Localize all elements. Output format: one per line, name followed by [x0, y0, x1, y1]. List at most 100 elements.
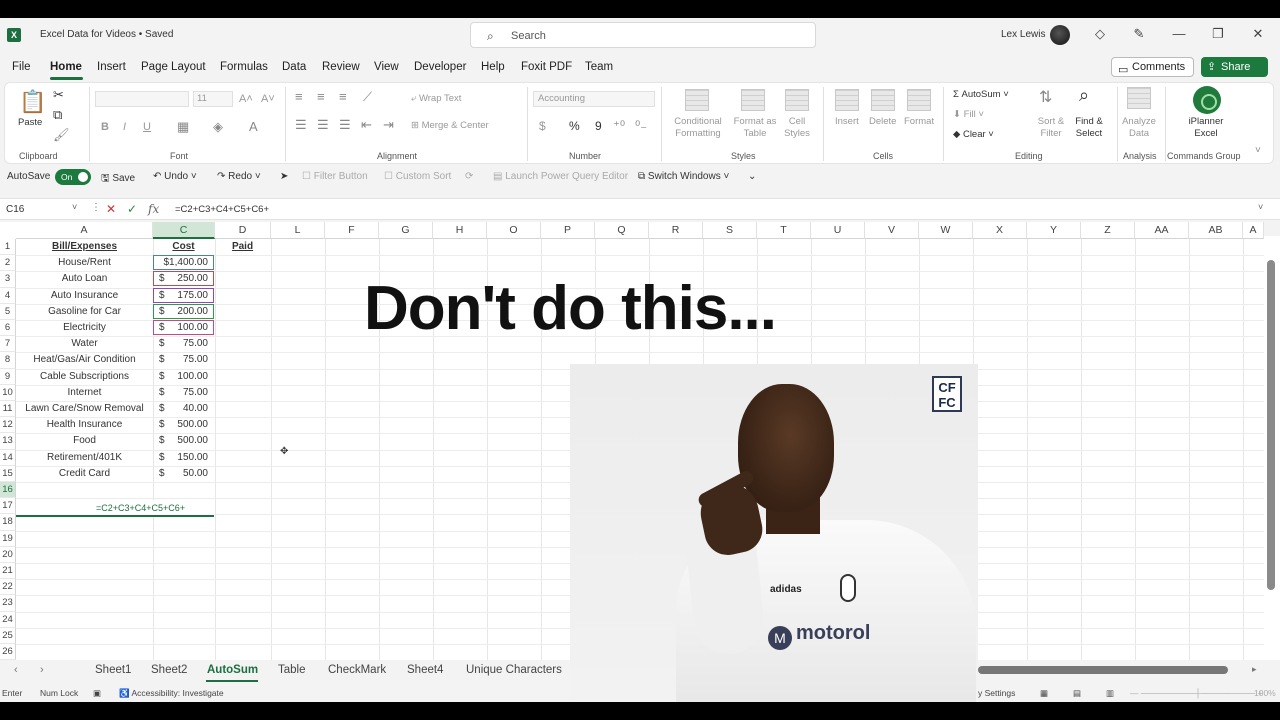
- tab-foxit-pdf[interactable]: Foxit PDF: [521, 61, 572, 73]
- row-header-8[interactable]: 8: [0, 352, 16, 369]
- column-header-aa[interactable]: AA: [1135, 222, 1189, 239]
- expense-name-cell[interactable]: Water: [17, 336, 152, 352]
- pen-icon[interactable]: ✎: [1130, 26, 1148, 42]
- column-header-p[interactable]: P: [541, 222, 595, 239]
- column-header-ab[interactable]: AB: [1189, 222, 1243, 239]
- row-header-13[interactable]: 13: [0, 433, 16, 450]
- row-header-7[interactable]: 7: [0, 336, 16, 353]
- restore-icon[interactable]: ❐: [1209, 26, 1227, 42]
- align-center-icon[interactable]: ☰: [317, 117, 329, 133]
- tab-review[interactable]: Review: [322, 61, 360, 73]
- power-query-button[interactable]: ▤ Launch Power Query Editor: [493, 171, 628, 182]
- column-header-v[interactable]: V: [865, 222, 919, 239]
- custom-sort-button[interactable]: ☐ Custom Sort: [384, 171, 451, 182]
- increase-decimal-icon[interactable]: ⁺⁰: [613, 118, 625, 134]
- column-header-w[interactable]: W: [919, 222, 973, 239]
- sheet-tab-table[interactable]: Table: [278, 664, 306, 676]
- decrease-indent-icon[interactable]: ⇤: [361, 117, 372, 133]
- font-size-box[interactable]: 11: [193, 91, 233, 107]
- active-cell-c16[interactable]: =C2+C3+C4+C5+C6+: [16, 500, 214, 517]
- format-as-table-icon[interactable]: [741, 89, 765, 111]
- page-break-view-icon[interactable]: ▥: [1106, 688, 1114, 699]
- row-header-12[interactable]: 12: [0, 417, 16, 434]
- font-name-box[interactable]: [95, 91, 189, 107]
- horizontal-scroll-thumb[interactable]: [978, 666, 1228, 674]
- expense-name-cell[interactable]: Heat/Gas/Air Condition: [17, 352, 152, 368]
- column-header-l[interactable]: L: [271, 222, 325, 239]
- row-header-17[interactable]: 17: [0, 498, 16, 515]
- format-cells-label[interactable]: Format: [904, 116, 934, 128]
- column-header-a[interactable]: A: [1243, 222, 1264, 239]
- expense-cost-cell[interactable]: $40.00: [153, 401, 214, 417]
- autosave-toggle[interactable]: On: [55, 169, 91, 185]
- copy-icon[interactable]: ⧉: [53, 107, 62, 123]
- collapse-ribbon-icon[interactable]: ˅: [1255, 145, 1261, 156]
- header-paid[interactable]: Paid: [215, 239, 270, 255]
- row-header-3[interactable]: 3: [0, 271, 16, 288]
- row-header-23[interactable]: 23: [0, 595, 16, 612]
- vertical-scrollbar[interactable]: [1264, 236, 1280, 676]
- macro-record-icon[interactable]: ▣: [93, 688, 101, 699]
- tab-team[interactable]: Team: [585, 61, 613, 73]
- expense-cost-cell[interactable]: $75.00: [153, 336, 214, 352]
- column-header-f[interactable]: F: [325, 222, 379, 239]
- find-select-icon[interactable]: ⌕: [1079, 85, 1089, 106]
- comma-button[interactable]: 9: [595, 120, 602, 132]
- sheet-tab-checkmark[interactable]: CheckMark: [328, 664, 386, 676]
- user-name[interactable]: Lex Lewis: [1001, 29, 1045, 40]
- align-bottom-icon[interactable]: ≡: [339, 89, 347, 104]
- share-button[interactable]: ⇪ Share: [1201, 57, 1268, 77]
- merge-center-button[interactable]: ⊞ Merge & Center: [411, 120, 489, 132]
- tab-help[interactable]: Help: [481, 61, 505, 73]
- tab-formulas[interactable]: Formulas: [220, 61, 268, 73]
- scroll-right-icon[interactable]: ▸: [1252, 664, 1257, 675]
- autosum-button[interactable]: Σ AutoSum ˅: [953, 89, 1009, 101]
- tab-view[interactable]: View: [374, 61, 399, 73]
- tab-home[interactable]: Home: [50, 61, 82, 73]
- comments-button[interactable]: ▭ Comments: [1111, 57, 1194, 77]
- minimize-icon[interactable]: —: [1170, 26, 1188, 41]
- conditional-formatting-label[interactable]: Conditional Formatting: [669, 116, 727, 140]
- column-header-u[interactable]: U: [811, 222, 865, 239]
- iplanner-icon[interactable]: [1193, 86, 1221, 114]
- row-header-4[interactable]: 4: [0, 287, 16, 304]
- row-header-22[interactable]: 22: [0, 579, 16, 596]
- delete-cells-icon[interactable]: [871, 89, 895, 111]
- undo-button[interactable]: ↶ Undo ˅: [153, 171, 197, 182]
- sheet-tab-sheet4[interactable]: Sheet4: [407, 664, 443, 676]
- percent-button[interactable]: %: [569, 120, 580, 132]
- tab-insert[interactable]: Insert: [97, 61, 126, 73]
- row-header-26[interactable]: 26: [0, 644, 16, 661]
- sort-filter-icon[interactable]: ⇅: [1039, 87, 1052, 107]
- sort-filter-label[interactable]: Sort & Filter: [1031, 116, 1071, 140]
- tab-developer[interactable]: Developer: [414, 61, 466, 73]
- expense-name-cell[interactable]: Food: [17, 433, 152, 449]
- chevron-right-icon[interactable]: ›: [40, 664, 44, 676]
- expense-name-cell[interactable]: Electricity: [17, 320, 152, 336]
- row-header-15[interactable]: 15: [0, 465, 16, 482]
- paste-icon[interactable]: 📋: [19, 89, 46, 115]
- chevron-left-icon[interactable]: ‹: [14, 664, 18, 676]
- accessibility-status[interactable]: ♿ Accessibility: Investigate: [119, 688, 224, 699]
- expense-cost-cell[interactable]: $150.00: [153, 450, 214, 466]
- header-cost[interactable]: Cost: [153, 239, 214, 255]
- expense-cost-cell[interactable]: $75.00: [153, 385, 214, 401]
- normal-view-icon[interactable]: ▦: [1040, 688, 1048, 699]
- row-header-14[interactable]: 14: [0, 449, 16, 466]
- format-painter-icon[interactable]: 🖌: [53, 127, 70, 143]
- refresh-icon[interactable]: ⟳: [465, 171, 473, 182]
- row-header-20[interactable]: 20: [0, 546, 16, 563]
- row-header-25[interactable]: 25: [0, 627, 16, 644]
- expense-cost-cell[interactable]: $50.00: [153, 466, 214, 482]
- conditional-formatting-icon[interactable]: [685, 89, 709, 111]
- sheet-tab-sheet1[interactable]: Sheet1: [95, 664, 131, 676]
- pointer-icon[interactable]: ➤: [280, 171, 288, 182]
- zoom-slider[interactable]: — ─────────┼───────── +: [1130, 688, 1263, 698]
- expand-formula-icon[interactable]: ˅: [1258, 202, 1263, 212]
- vertical-scroll-thumb[interactable]: [1267, 260, 1275, 590]
- italic-button[interactable]: I: [123, 121, 126, 133]
- diamond-icon[interactable]: ◇: [1091, 26, 1109, 42]
- row-header-6[interactable]: 6: [0, 320, 16, 337]
- sheet-tab-unique-characters[interactable]: Unique Characters: [466, 664, 562, 676]
- grow-font-icon[interactable]: A˄: [239, 93, 253, 105]
